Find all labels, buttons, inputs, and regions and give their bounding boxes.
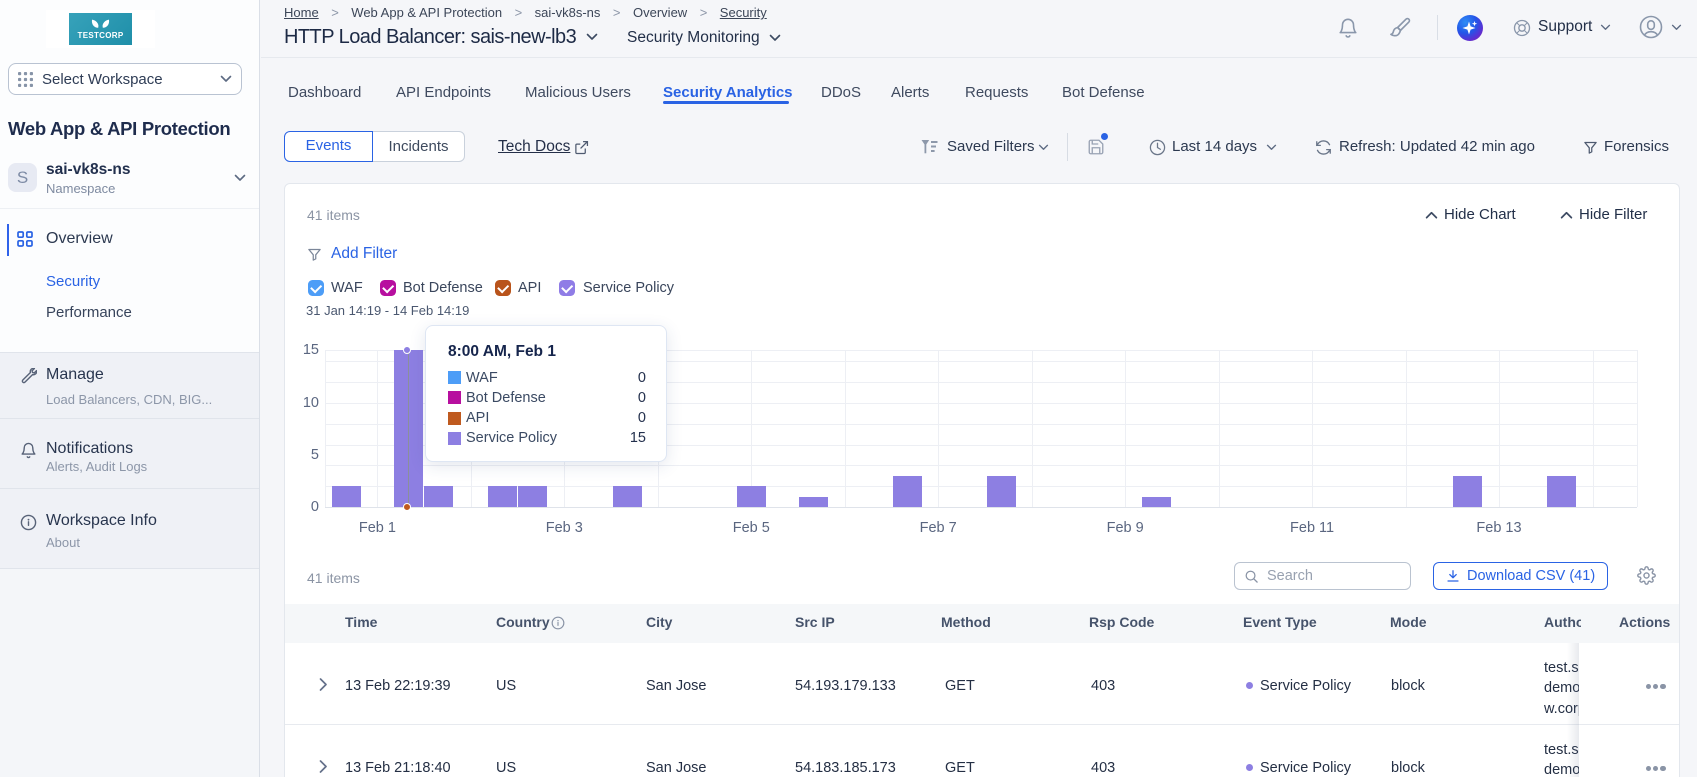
svg-text:TESTCORP: TESTCORP bbox=[78, 31, 124, 40]
